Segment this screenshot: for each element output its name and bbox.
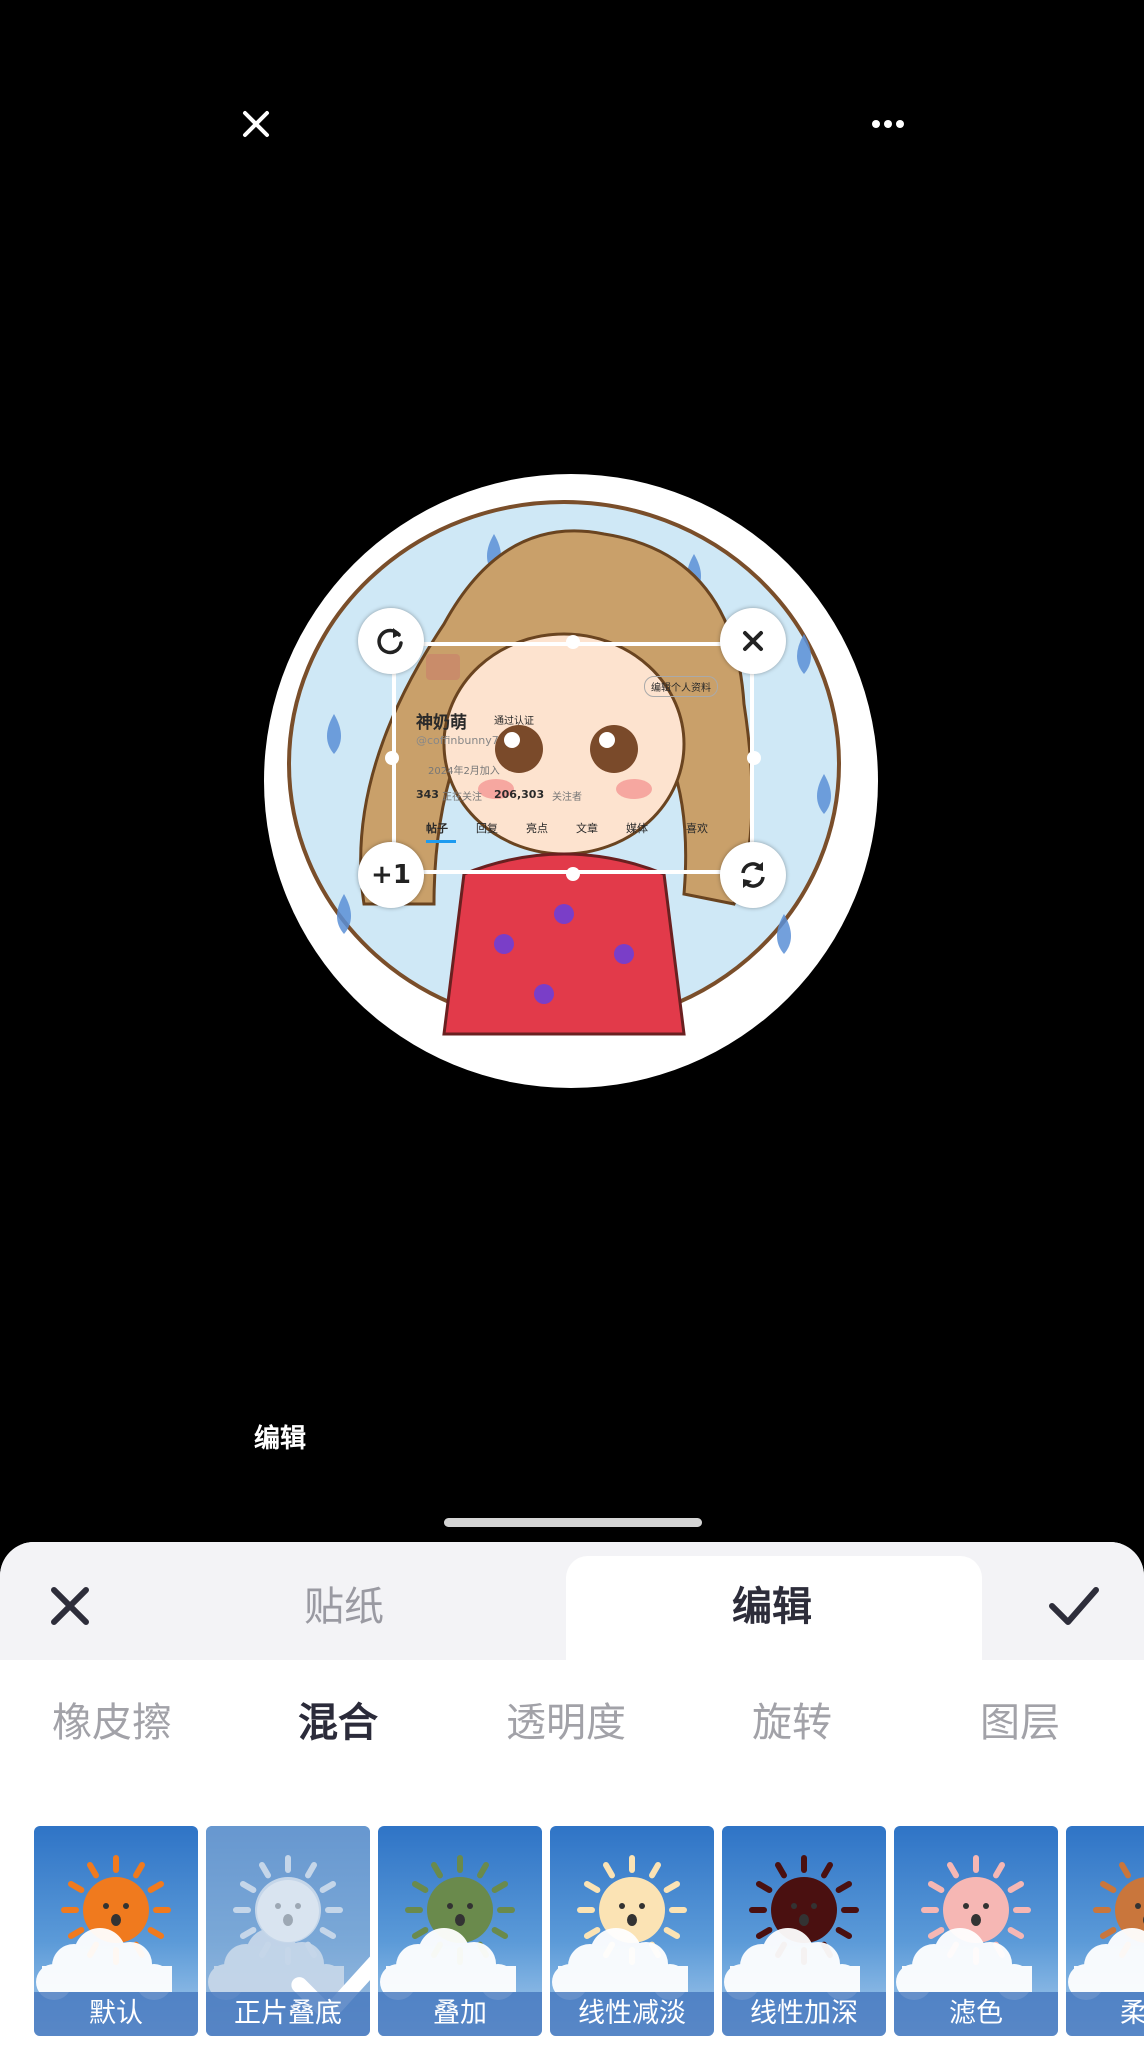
resize-handle-right[interactable] [747,751,761,765]
blend-mode-item[interactable]: 柔 [1066,1826,1144,2036]
confirm-button[interactable] [1046,1582,1102,1630]
edit-caption: 编辑 [254,1424,307,1454]
blend-mode-list: 默认 正片叠底 叠加 线性减淡 线性加深 滤色 柔 [34,1826,1144,2036]
resize-handle-left[interactable] [385,751,399,765]
blend-mode-label: 叠加 [378,1992,542,2036]
blend-mode-label: 正片叠底 [206,1992,370,2036]
panel-close-button[interactable] [46,1582,94,1630]
tool-rotate[interactable]: 旋转 [752,1690,832,1748]
flip-button[interactable] [720,842,786,908]
tool-layer[interactable]: 图层 [980,1690,1060,1748]
resize-handle-bottom[interactable] [566,867,580,881]
close-icon [51,1587,89,1625]
rotate-button[interactable] [358,608,424,674]
checkmark-icon [257,1880,370,2023]
resize-handle-top[interactable] [566,635,580,649]
tab-edit[interactable]: 编辑 [732,1574,812,1632]
blend-mode-item-selected[interactable]: 正片叠底 [206,1826,370,2036]
blend-mode-item[interactable]: 默认 [34,1826,198,2036]
tool-blend[interactable]: 混合 [298,1690,378,1748]
close-icon [743,631,763,651]
blend-mode-label: 线性加深 [722,1992,886,2036]
drag-handle[interactable] [444,1518,702,1527]
close-button[interactable] [236,104,276,144]
more-icon [872,120,904,128]
flip-icon [741,862,765,888]
checkmark-icon [1049,1587,1099,1625]
blend-mode-item[interactable]: 线性加深 [722,1826,886,2036]
tool-eraser[interactable]: 橡皮擦 [52,1690,172,1748]
blend-mode-label: 滤色 [894,1992,1058,2036]
sticker-selection-frame [392,642,754,874]
delete-sticker-button[interactable] [720,608,786,674]
blend-mode-label: 线性减淡 [550,1992,714,2036]
duplicate-button[interactable]: +1 [358,842,424,908]
blend-mode-item[interactable]: 滤色 [894,1826,1058,2036]
blend-mode-label: 柔 [1066,1992,1144,2036]
blend-mode-item[interactable]: 线性减淡 [550,1826,714,2036]
tool-opacity[interactable]: 透明度 [506,1690,626,1748]
blend-mode-label: 默认 [34,1992,198,2036]
rotate-icon [377,628,403,655]
close-icon [243,111,269,137]
blend-mode-item[interactable]: 叠加 [378,1826,542,2036]
more-button[interactable] [866,104,910,144]
edit-panel: 贴纸 编辑 橡皮擦 混合 透明度 旋转 图层 默认 正片叠底 叠加 线性减淡 线… [0,1542,1144,2048]
tab-sticker[interactable]: 贴纸 [304,1574,384,1632]
